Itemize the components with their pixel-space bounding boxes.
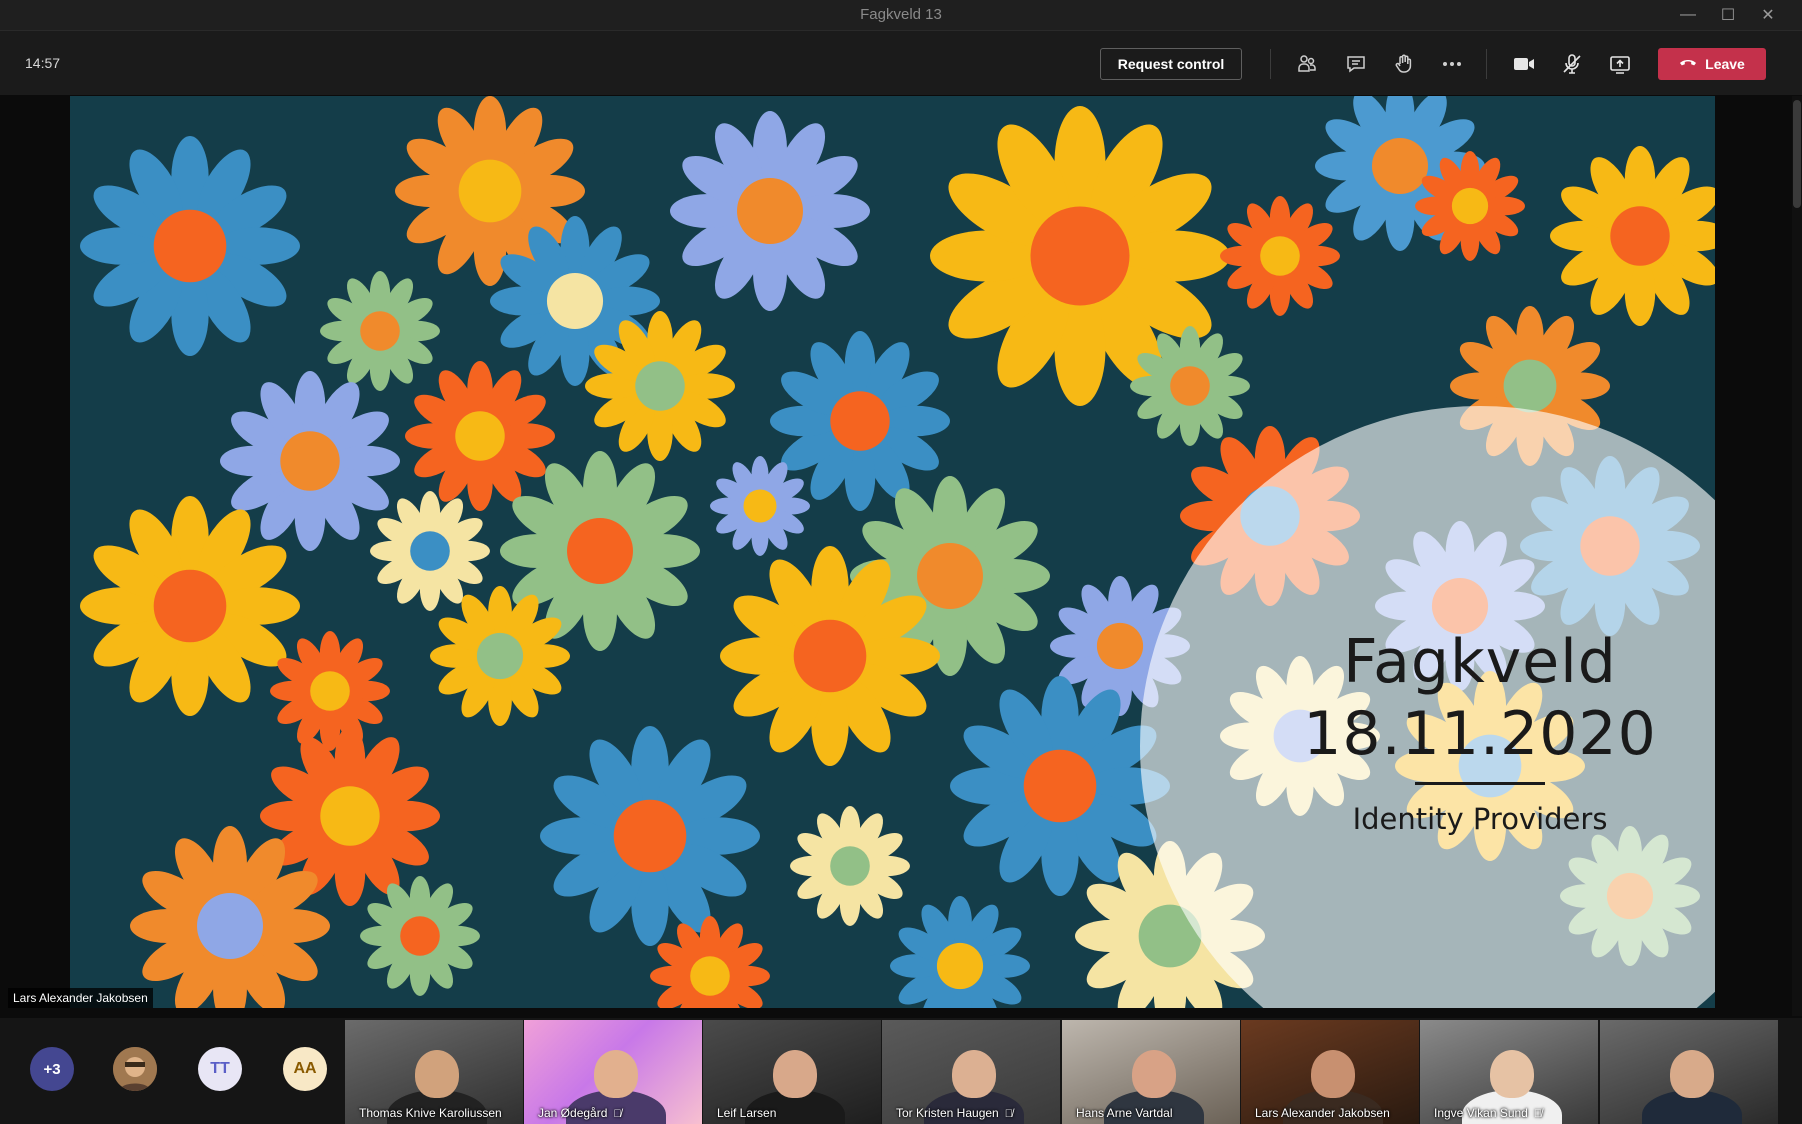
slide-subtitle: Identity Providers — [1352, 802, 1608, 836]
participant-name-text: Tor Kristen Haugen — [896, 1106, 999, 1120]
window-titlebar: Fagkveld 13 — ☐ ✕ — [0, 0, 1802, 31]
participant-video-tile[interactable] — [1600, 1020, 1778, 1124]
participant-name: Tor Kristen Haugen 🎙̸ — [896, 1106, 1013, 1120]
scrollbar-track[interactable] — [1792, 96, 1802, 1016]
mic-muted-icon: 🎙̸ — [1004, 1108, 1013, 1120]
meeting-clock: 14:57 — [25, 55, 61, 71]
flower-shape — [429, 586, 571, 726]
participant-name-text: Ingve Vikan Sund — [1434, 1106, 1528, 1120]
participant-name-text: Jan Ødegård — [538, 1106, 608, 1120]
avatar-photo-icon — [113, 1047, 157, 1091]
flower-shape — [670, 111, 870, 311]
flower-shape — [1549, 146, 1715, 326]
overflow-participants-button[interactable]: +3 — [30, 1047, 74, 1091]
participant-video-tile[interactable]: Hans Arne Vartdal — [1062, 1020, 1240, 1124]
participant-head — [594, 1050, 638, 1098]
hang-up-icon — [1679, 56, 1697, 72]
slide-date: 18.11.2020 — [1303, 699, 1657, 769]
slide-divider — [1415, 782, 1545, 785]
meeting-toolbar: 14:57 Request control Leave — [0, 31, 1802, 95]
participant-head — [415, 1050, 459, 1098]
share-tray-icon[interactable] — [1606, 51, 1634, 77]
participant-name: Jan Ødegård 🎙̸ — [538, 1106, 622, 1120]
flower-shape — [405, 361, 555, 511]
avatar-initials[interactable]: TT — [198, 1047, 242, 1091]
flower-shape — [650, 916, 770, 1008]
slide-title-block: Fagkveld 18.11.2020 Identity Providers — [1195, 626, 1715, 837]
participant-strip: +3 TT AA Thomas Knive Karoliussen Jan Øde… — [0, 1018, 1802, 1124]
request-control-button[interactable]: Request control — [1100, 48, 1242, 80]
flower-shape — [80, 136, 300, 356]
avatar[interactable] — [113, 1047, 157, 1091]
participant-name-text: Hans Arne Vartdal — [1076, 1106, 1173, 1120]
leave-button[interactable]: Leave — [1658, 48, 1766, 80]
toolbar-divider — [1486, 49, 1487, 79]
participant-name: Ingve Vikan Sund 🎙̸ — [1434, 1106, 1542, 1120]
flower-pattern — [80, 96, 1715, 1008]
participant-video-tile[interactable]: Leif Larsen — [703, 1020, 881, 1124]
flower-shape — [890, 896, 1030, 1008]
slide-title: Fagkveld — [1343, 627, 1617, 697]
participant-name: Thomas Knive Karoliussen — [359, 1106, 502, 1120]
flower-shape — [360, 876, 480, 996]
flower-shape — [790, 806, 910, 926]
flower-shape — [1220, 196, 1340, 316]
participant-head — [773, 1050, 817, 1098]
participant-video-tile[interactable]: Lars Alexander Jakobsen — [1241, 1020, 1419, 1124]
flower-shape — [320, 271, 440, 391]
participant-name-text: Leif Larsen — [717, 1106, 777, 1120]
chat-icon[interactable] — [1342, 51, 1370, 77]
mic-muted-icon: 🎙̸ — [613, 1108, 622, 1120]
shared-screen-stage: Fagkveld 18.11.2020 Identity Providers L… — [0, 96, 1802, 1016]
participant-video-tile[interactable]: Tor Kristen Haugen 🎙̸ — [882, 1020, 1060, 1124]
participant-video-tile[interactable]: Jan Ødegård 🎙̸ — [524, 1020, 702, 1124]
participant-name-text: Thomas Knive Karoliussen — [359, 1106, 502, 1120]
toolbar-divider — [1270, 49, 1271, 79]
participant-head — [1311, 1050, 1355, 1098]
participant-head — [1132, 1050, 1176, 1098]
flower-shape — [370, 491, 490, 611]
leave-label: Leave — [1705, 56, 1745, 72]
participant-name: Leif Larsen — [717, 1106, 776, 1120]
participant-head — [1670, 1050, 1714, 1098]
close-window-button[interactable]: ✕ — [1744, 0, 1792, 30]
flower-shape — [540, 726, 760, 946]
participants-icon[interactable] — [1293, 51, 1321, 77]
presenter-name-tag: Lars Alexander Jakobsen — [8, 988, 153, 1008]
participant-name: Lars Alexander Jakobsen — [1255, 1106, 1390, 1120]
flower-shape — [710, 456, 810, 556]
window-title: Fagkveld 13 — [860, 6, 942, 23]
participant-head — [1490, 1050, 1534, 1098]
participant-name: Hans Arne Vartdal — [1076, 1106, 1173, 1120]
participant-name-text: Lars Alexander Jakobsen — [1255, 1106, 1390, 1120]
flower-shape — [270, 631, 390, 751]
raise-hand-icon[interactable] — [1390, 51, 1418, 77]
mic-muted-icon[interactable] — [1558, 51, 1586, 77]
participant-head — [952, 1050, 996, 1098]
mic-muted-icon: 🎙̸ — [1533, 1108, 1543, 1120]
participant-video-tile[interactable]: Thomas Knive Karoliussen — [345, 1020, 523, 1124]
more-options-icon[interactable] — [1438, 51, 1466, 77]
scrollbar-thumb[interactable] — [1793, 100, 1801, 208]
participant-video-tile[interactable]: Ingve Vikan Sund 🎙̸ — [1420, 1020, 1598, 1124]
presentation-slide: Fagkveld 18.11.2020 Identity Providers — [70, 96, 1715, 1008]
avatar-initials[interactable]: AA — [283, 1047, 327, 1091]
camera-icon[interactable] — [1510, 51, 1538, 77]
